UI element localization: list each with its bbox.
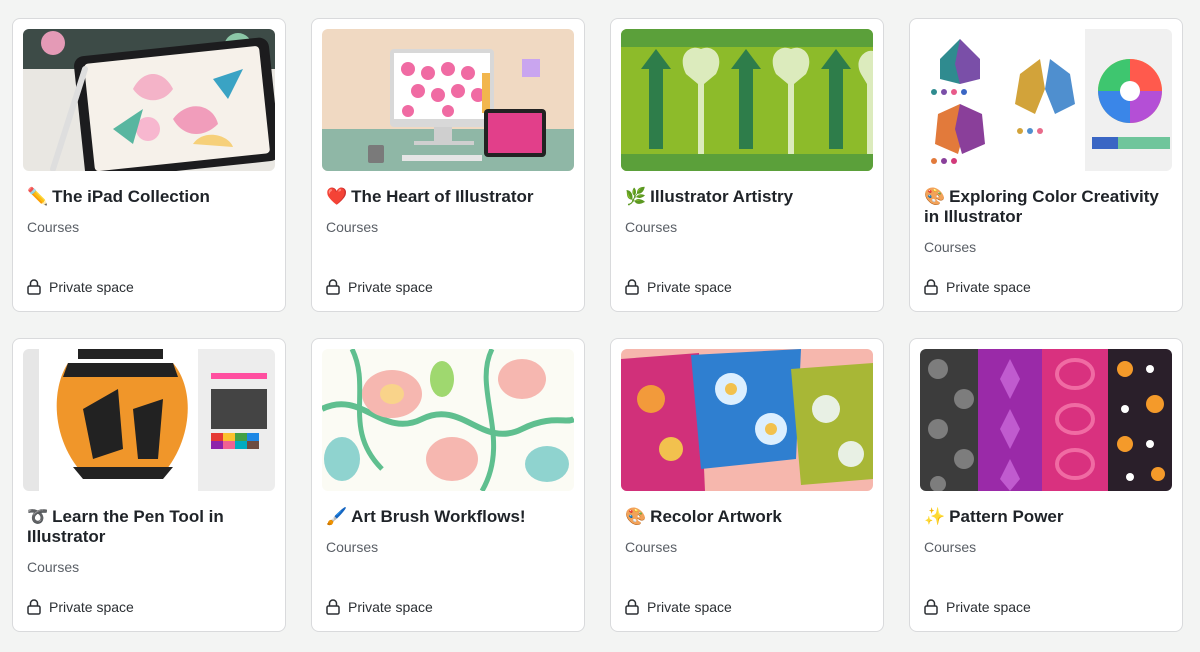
course-card-heart-of-illustrator[interactable]: ❤️ The Heart of Illustrator Courses Priva… [311, 18, 585, 312]
privacy-label: Private space [946, 599, 1031, 615]
course-category: Courses [326, 539, 379, 555]
privacy-status: Private space [27, 279, 134, 295]
paintbrush-emoji: 🖌️ [326, 507, 348, 526]
ipad-floral-thumbnail [23, 29, 275, 171]
course-card-ipad-collection[interactable]: ✏️ The iPad Collection Courses Private sp… [12, 18, 286, 312]
lock-icon [27, 279, 41, 295]
privacy-status: Private space [924, 279, 1031, 295]
herb-emoji: 🌿 [625, 187, 647, 206]
course-category: Courses [625, 219, 678, 235]
privacy-label: Private space [49, 279, 134, 295]
palette-emoji: 🎨 [924, 187, 946, 206]
course-card-pen-tool[interactable]: ➰ Learn the Pen Tool in Illustrator Cours… [12, 338, 286, 632]
course-title[interactable]: 🌿 Illustrator Artistry [625, 187, 875, 207]
course-card-exploring-color[interactable]: 🎨 Exploring Color Creativity in Illustrat… [909, 18, 1183, 312]
course-title[interactable]: ✏️ The iPad Collection [27, 187, 277, 207]
butterflies-color-wheel-thumbnail [920, 29, 1172, 171]
course-card-illustrator-artistry[interactable]: 🌿 Illustrator Artistry Courses Private sp… [610, 18, 884, 312]
privacy-status: Private space [625, 599, 732, 615]
privacy-status: Private space [27, 599, 134, 615]
course-category: Courses [27, 559, 80, 575]
privacy-label: Private space [49, 599, 134, 615]
pencil-emoji: ✏️ [27, 187, 49, 206]
curly-loop-emoji: ➰ [27, 507, 49, 526]
course-title[interactable]: ✨ Pattern Power [924, 507, 1174, 527]
privacy-status: Private space [625, 279, 732, 295]
palette-emoji: 🎨 [625, 507, 647, 526]
privacy-label: Private space [348, 599, 433, 615]
green-pattern-thumbnail [621, 29, 873, 171]
course-category: Courses [924, 539, 977, 555]
course-title[interactable]: 🎨 Exploring Color Creativity in Illustrat… [924, 187, 1174, 227]
fabric-swatches-thumbnail [621, 349, 873, 491]
pattern-strips-thumbnail [920, 349, 1172, 491]
privacy-label: Private space [647, 599, 732, 615]
lock-icon [625, 279, 639, 295]
privacy-label: Private space [348, 279, 433, 295]
course-title[interactable]: 🎨 Recolor Artwork [625, 507, 875, 527]
lock-icon [27, 599, 41, 615]
privacy-label: Private space [647, 279, 732, 295]
course-card-art-brush[interactable]: 🖌️ Art Brush Workflows! Courses Private s… [311, 338, 585, 632]
privacy-status: Private space [326, 279, 433, 295]
desk-hearts-thumbnail [322, 29, 574, 171]
course-category: Courses [625, 539, 678, 555]
heart-emoji: ❤️ [326, 187, 348, 206]
privacy-status: Private space [924, 599, 1031, 615]
privacy-label: Private space [946, 279, 1031, 295]
privacy-status: Private space [326, 599, 433, 615]
course-card-recolor-artwork[interactable]: 🎨 Recolor Artwork Courses Private space [610, 338, 884, 632]
course-title[interactable]: ❤️ The Heart of Illustrator [326, 187, 576, 207]
lock-icon [326, 599, 340, 615]
course-category: Courses [27, 219, 80, 235]
course-category: Courses [326, 219, 379, 235]
greek-vase-thumbnail [23, 349, 275, 491]
lock-icon [924, 599, 938, 615]
sparkles-emoji: ✨ [924, 507, 946, 526]
lock-icon [625, 599, 639, 615]
course-title[interactable]: 🖌️ Art Brush Workflows! [326, 507, 576, 527]
lock-icon [326, 279, 340, 295]
course-card-pattern-power[interactable]: ✨ Pattern Power Courses Private space [909, 338, 1183, 632]
course-category: Courses [924, 239, 977, 255]
lock-icon [924, 279, 938, 295]
course-title[interactable]: ➰ Learn the Pen Tool in Illustrator [27, 507, 277, 547]
pastel-floral-thumbnail [322, 349, 574, 491]
